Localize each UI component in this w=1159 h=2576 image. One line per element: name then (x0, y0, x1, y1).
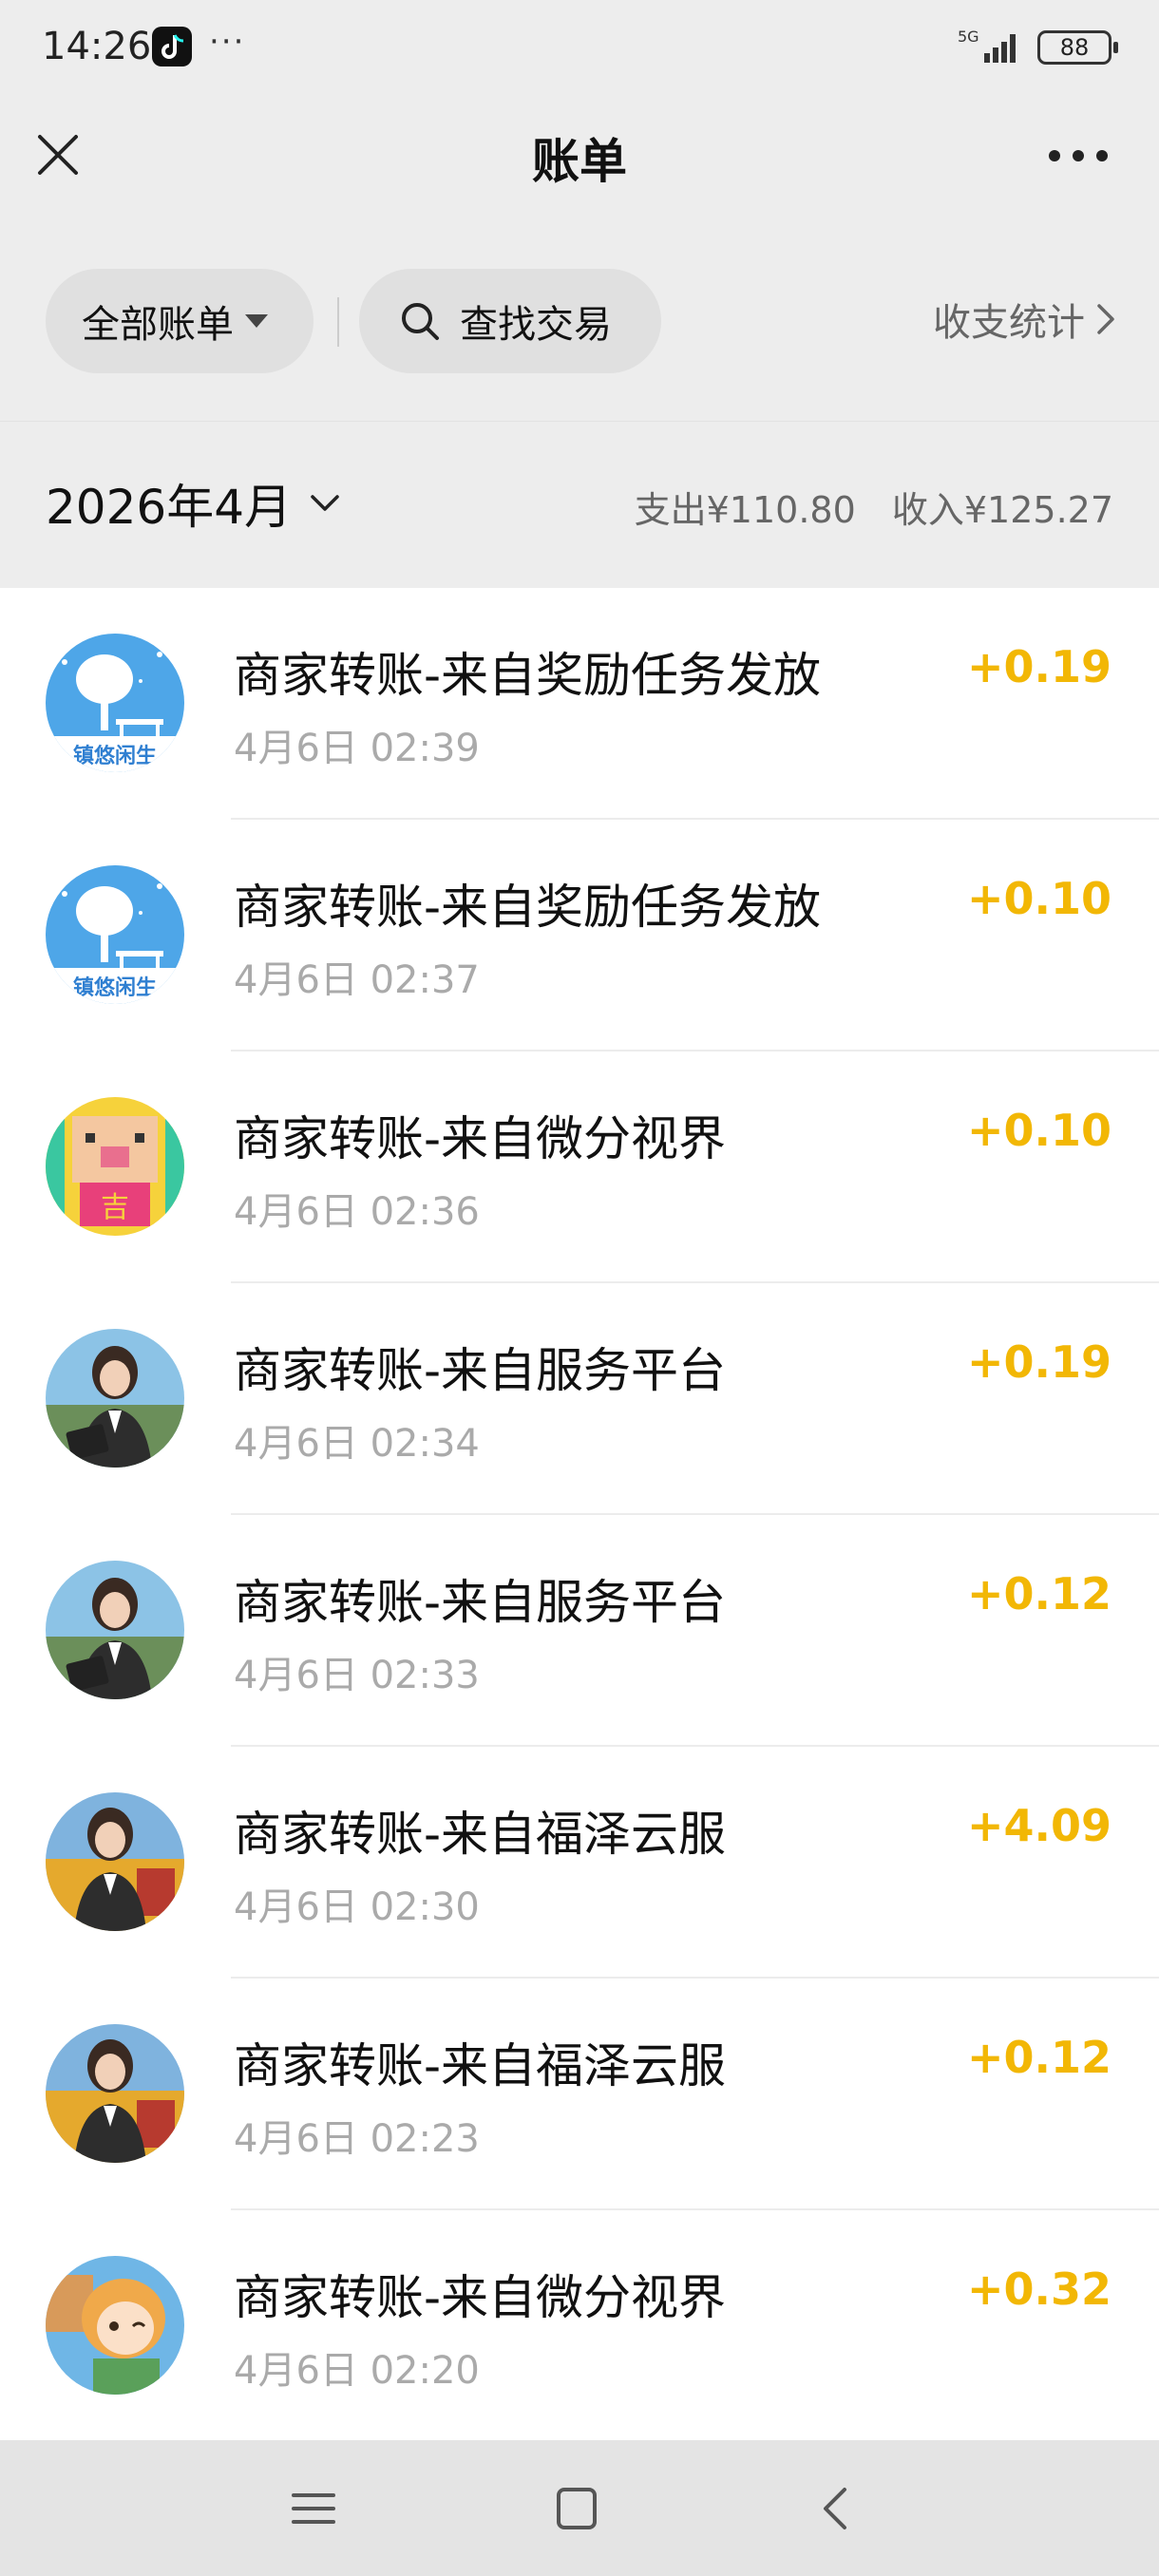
transaction-row[interactable]: 商家转账-来自服务平台 4月6日 02:34 +0.19 (0, 1283, 1159, 1515)
battery-level: 88 (1059, 34, 1090, 61)
more-notifications-icon: ··· (209, 23, 246, 61)
bill-page: 14:26 ··· 5G 88 账单 全部账单 查找交易 收支统计 2026年4… (0, 0, 1159, 2576)
page-title: 账单 (532, 134, 627, 189)
transaction-row[interactable]: 商家转账-来自福泽云服 4月6日 02:23 +0.12 (0, 1979, 1159, 2210)
home-icon[interactable] (543, 2478, 610, 2539)
transaction-time: 4月6日 02:33 (234, 1654, 480, 1697)
transaction-time: 4月6日 02:37 (234, 958, 480, 1002)
transaction-time: 4月6日 02:23 (234, 2117, 480, 2161)
nav-bar: 账单 (0, 95, 1159, 214)
businesswoman-field-avatar (46, 2024, 184, 2163)
search-icon (402, 303, 439, 340)
transaction-time: 4月6日 02:36 (234, 1190, 480, 1234)
month-label: 2026年4月 (46, 480, 293, 535)
status-bar: 14:26 ··· 5G 88 (0, 0, 1159, 95)
transaction-title: 商家转账-来自服务平台 (234, 1343, 727, 1398)
transaction-amount: +0.19 (966, 1336, 1112, 1388)
chevron-down-icon (311, 495, 339, 511)
all-bills-label: 全部账单 (82, 303, 234, 347)
svg-text:镇悠闲生: 镇悠闲生 (73, 744, 157, 768)
transaction-time: 4月6日 02:30 (234, 1885, 480, 1929)
cartoon-girl-avatar (46, 2256, 184, 2395)
month-header: 2026年4月 支出¥110.80 收入¥125.27 (0, 421, 1159, 588)
transaction-row[interactable]: 商家转账-来自福泽云服 4月6日 02:30 +4.09 (0, 1747, 1159, 1979)
more-options-icon[interactable] (1045, 148, 1112, 163)
income-total: 收入¥125.27 (891, 489, 1113, 531)
transaction-amount: +0.19 (966, 641, 1112, 692)
pixel-pig-avatar: 吉 (46, 1097, 184, 1236)
transaction-title: 商家转账-来自服务平台 (234, 1575, 727, 1630)
search-transactions-label: 查找交易 (460, 303, 612, 347)
transaction-row[interactable]: 吉 商家转账-来自微分视界 4月6日 02:36 +0.10 (0, 1051, 1159, 1283)
businesswoman-avatar (46, 1561, 184, 1699)
transaction-title: 商家转账-来自微分视界 (234, 2270, 727, 2325)
transaction-amount: +0.12 (966, 1568, 1112, 1619)
transaction-title: 商家转账-来自福泽云服 (234, 2038, 727, 2093)
battery-icon: 88 (1037, 30, 1118, 65)
transaction-title: 商家转账-来自奖励任务发放 (234, 880, 822, 935)
transaction-amount: +0.10 (966, 873, 1112, 924)
filter-bar: 全部账单 查找交易 收支统计 (0, 261, 1159, 375)
signal-5g-icon: 5G (958, 28, 1016, 63)
town-leisure-avatar: 镇悠闲生 (46, 865, 184, 1004)
back-icon[interactable] (803, 2478, 869, 2539)
transaction-amount: +0.10 (966, 1105, 1112, 1156)
status-time: 14:26 (42, 25, 152, 68)
transaction-list: 镇悠闲生 商家转账-来自奖励任务发放 4月6日 02:39 +0.19 镇悠闲生 (0, 588, 1159, 2440)
caret-down-icon (245, 314, 268, 328)
expense-total: 支出¥110.80 (634, 489, 856, 531)
transaction-amount: +0.32 (966, 2263, 1112, 2315)
month-summary: 支出¥110.80 收入¥125.27 (635, 481, 1113, 533)
search-transactions-button[interactable]: 查找交易 (359, 269, 661, 373)
town-leisure-avatar: 镇悠闲生 (46, 634, 184, 772)
month-selector[interactable]: 2026年4月 (46, 469, 341, 538)
transaction-time: 4月6日 02:34 (234, 1422, 480, 1466)
chevron-right-icon (1097, 304, 1114, 334)
businesswoman-avatar (46, 1329, 184, 1468)
svg-text:5G: 5G (958, 28, 979, 46)
stats-label: 收支统计 (933, 301, 1085, 345)
transaction-row[interactable]: 商家转账-来自服务平台 4月6日 02:33 +0.12 (0, 1515, 1159, 1747)
filter-divider (337, 297, 339, 347)
transaction-row[interactable]: 镇悠闲生 商家转账-来自奖励任务发放 4月6日 02:39 +0.19 (0, 588, 1159, 820)
menu-icon[interactable] (280, 2478, 347, 2539)
transaction-title: 商家转账-来自微分视界 (234, 1111, 727, 1166)
transaction-row[interactable]: 镇悠闲生 商家转账-来自奖励任务发放 4月6日 02:37 +0.10 (0, 820, 1159, 1051)
transaction-title: 商家转账-来自福泽云服 (234, 1807, 727, 1862)
transaction-row[interactable]: 商家转账-来自微分视界 4月6日 02:20 +0.32 (0, 2210, 1159, 2440)
transaction-time: 4月6日 02:20 (234, 2349, 480, 2393)
svg-text:镇悠闲生: 镇悠闲生 (73, 975, 157, 1000)
transaction-title: 商家转账-来自奖励任务发放 (234, 648, 822, 703)
tiktok-notification-icon (152, 27, 192, 66)
transaction-amount: +4.09 (966, 1800, 1112, 1851)
income-expense-stats-link[interactable]: 收支统计 (933, 292, 1117, 347)
businesswoman-field-avatar (46, 1792, 184, 1931)
transaction-amount: +0.12 (966, 2032, 1112, 2083)
transaction-time: 4月6日 02:39 (234, 727, 480, 770)
svg-text:吉: 吉 (101, 1191, 129, 1224)
system-nav-bar (0, 2440, 1159, 2576)
all-bills-filter-button[interactable]: 全部账单 (46, 269, 314, 373)
